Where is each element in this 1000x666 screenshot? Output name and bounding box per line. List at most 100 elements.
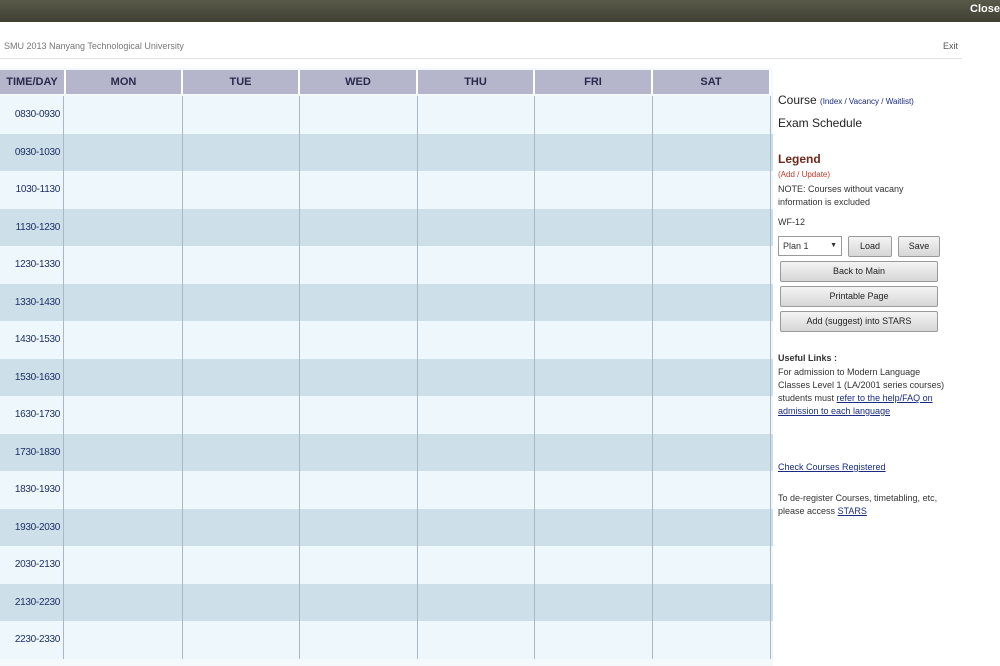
slot-cell-fri[interactable] <box>535 208 653 247</box>
slot-cell-wed[interactable] <box>300 96 418 134</box>
slot-cell-tue[interactable] <box>183 471 300 509</box>
check-courses-link[interactable]: Check Courses Registered <box>778 462 886 472</box>
slot-cell-wed[interactable] <box>300 396 418 434</box>
slot-cell-fri[interactable] <box>535 283 653 322</box>
slot-cell-fri[interactable] <box>535 133 653 172</box>
slot-cell-mon[interactable] <box>66 433 183 472</box>
slot-cell-tue[interactable] <box>183 433 300 472</box>
slot-cell-mon[interactable] <box>66 171 183 209</box>
slot-cell-mon[interactable] <box>66 133 183 172</box>
slot-cell-mon[interactable] <box>66 583 183 622</box>
load-button[interactable]: Load <box>848 236 892 257</box>
back-to-main-button[interactable]: Back to Main <box>780 261 938 282</box>
exam-schedule-label[interactable]: Exam Schedule <box>778 116 862 130</box>
slot-cell-sat[interactable] <box>653 508 771 547</box>
slot-cell-tue[interactable] <box>183 621 300 659</box>
slot-cell-thu[interactable] <box>418 358 535 397</box>
slot-cell-sat[interactable] <box>653 246 771 284</box>
slot-cell-tue[interactable] <box>183 171 300 209</box>
slot-cell-mon[interactable] <box>66 208 183 247</box>
slot-cell-sat[interactable] <box>653 471 771 509</box>
slot-cell-fri[interactable] <box>535 508 653 547</box>
slot-cell-fri[interactable] <box>535 396 653 434</box>
slot-cell-tue[interactable] <box>183 283 300 322</box>
slot-cell-fri[interactable] <box>535 96 653 134</box>
slot-cell-sat[interactable] <box>653 133 771 172</box>
slot-cell-sat[interactable] <box>653 396 771 434</box>
slot-cell-thu[interactable] <box>418 133 535 172</box>
slot-cell-fri[interactable] <box>535 471 653 509</box>
slot-cell-tue[interactable] <box>183 208 300 247</box>
slot-cell-fri[interactable] <box>535 358 653 397</box>
slot-cell-tue[interactable] <box>183 583 300 622</box>
slot-cell-fri[interactable] <box>535 321 653 359</box>
save-button[interactable]: Save <box>898 236 940 257</box>
slot-cell-fri[interactable] <box>535 621 653 659</box>
slot-cell-sat[interactable] <box>653 546 771 584</box>
slot-cell-thu[interactable] <box>418 621 535 659</box>
close-link[interactable]: Close <box>970 3 1000 15</box>
slot-cell-tue[interactable] <box>183 358 300 397</box>
slot-cell-wed[interactable] <box>300 583 418 622</box>
slot-cell-thu[interactable] <box>418 583 535 622</box>
slot-cell-thu[interactable] <box>418 283 535 322</box>
slot-cell-tue[interactable] <box>183 321 300 359</box>
slot-cell-mon[interactable] <box>66 246 183 284</box>
slot-cell-thu[interactable] <box>418 321 535 359</box>
slot-cell-wed[interactable] <box>300 546 418 584</box>
slot-cell-sat[interactable] <box>653 208 771 247</box>
slot-cell-wed[interactable] <box>300 283 418 322</box>
slot-cell-wed[interactable] <box>300 433 418 472</box>
slot-cell-fri[interactable] <box>535 433 653 472</box>
slot-cell-wed[interactable] <box>300 358 418 397</box>
slot-cell-tue[interactable] <box>183 508 300 547</box>
slot-cell-mon[interactable] <box>66 283 183 322</box>
slot-cell-wed[interactable] <box>300 246 418 284</box>
slot-cell-thu[interactable] <box>418 246 535 284</box>
legend-subtitle[interactable]: (Add / Update) <box>778 170 830 179</box>
add-into-stars-button[interactable]: Add (suggest) into STARS <box>780 311 938 332</box>
slot-cell-thu[interactable] <box>418 396 535 434</box>
slot-cell-thu[interactable] <box>418 508 535 547</box>
slot-cell-sat[interactable] <box>653 96 771 134</box>
slot-cell-thu[interactable] <box>418 471 535 509</box>
slot-cell-tue[interactable] <box>183 133 300 172</box>
slot-cell-mon[interactable] <box>66 508 183 547</box>
slot-cell-fri[interactable] <box>535 246 653 284</box>
slot-cell-mon[interactable] <box>66 471 183 509</box>
slot-cell-mon[interactable] <box>66 358 183 397</box>
slot-cell-tue[interactable] <box>183 546 300 584</box>
stars-link[interactable]: STARS <box>838 506 867 516</box>
slot-cell-fri[interactable] <box>535 171 653 209</box>
course-links[interactable]: (Index / Vacancy / Waitlist) <box>820 97 914 106</box>
slot-cell-sat[interactable] <box>653 433 771 472</box>
slot-cell-thu[interactable] <box>418 96 535 134</box>
slot-cell-wed[interactable] <box>300 208 418 247</box>
slot-cell-mon[interactable] <box>66 546 183 584</box>
slot-cell-mon[interactable] <box>66 621 183 659</box>
printable-page-button[interactable]: Printable Page <box>780 286 938 307</box>
slot-cell-sat[interactable] <box>653 283 771 322</box>
slot-cell-sat[interactable] <box>653 321 771 359</box>
slot-cell-sat[interactable] <box>653 621 771 659</box>
slot-cell-thu[interactable] <box>418 171 535 209</box>
plan-select[interactable]: Plan 1 ▼ <box>778 236 842 256</box>
slot-cell-thu[interactable] <box>418 546 535 584</box>
slot-cell-sat[interactable] <box>653 358 771 397</box>
slot-cell-mon[interactable] <box>66 96 183 134</box>
slot-cell-mon[interactable] <box>66 321 183 359</box>
slot-cell-wed[interactable] <box>300 508 418 547</box>
slot-cell-tue[interactable] <box>183 396 300 434</box>
slot-cell-thu[interactable] <box>418 208 535 247</box>
slot-cell-tue[interactable] <box>183 96 300 134</box>
slot-cell-sat[interactable] <box>653 583 771 622</box>
slot-cell-wed[interactable] <box>300 171 418 209</box>
slot-cell-mon[interactable] <box>66 396 183 434</box>
slot-cell-tue[interactable] <box>183 246 300 284</box>
slot-cell-wed[interactable] <box>300 321 418 359</box>
slot-cell-sat[interactable] <box>653 171 771 209</box>
slot-cell-thu[interactable] <box>418 433 535 472</box>
slot-cell-wed[interactable] <box>300 471 418 509</box>
slot-cell-wed[interactable] <box>300 133 418 172</box>
slot-cell-fri[interactable] <box>535 546 653 584</box>
